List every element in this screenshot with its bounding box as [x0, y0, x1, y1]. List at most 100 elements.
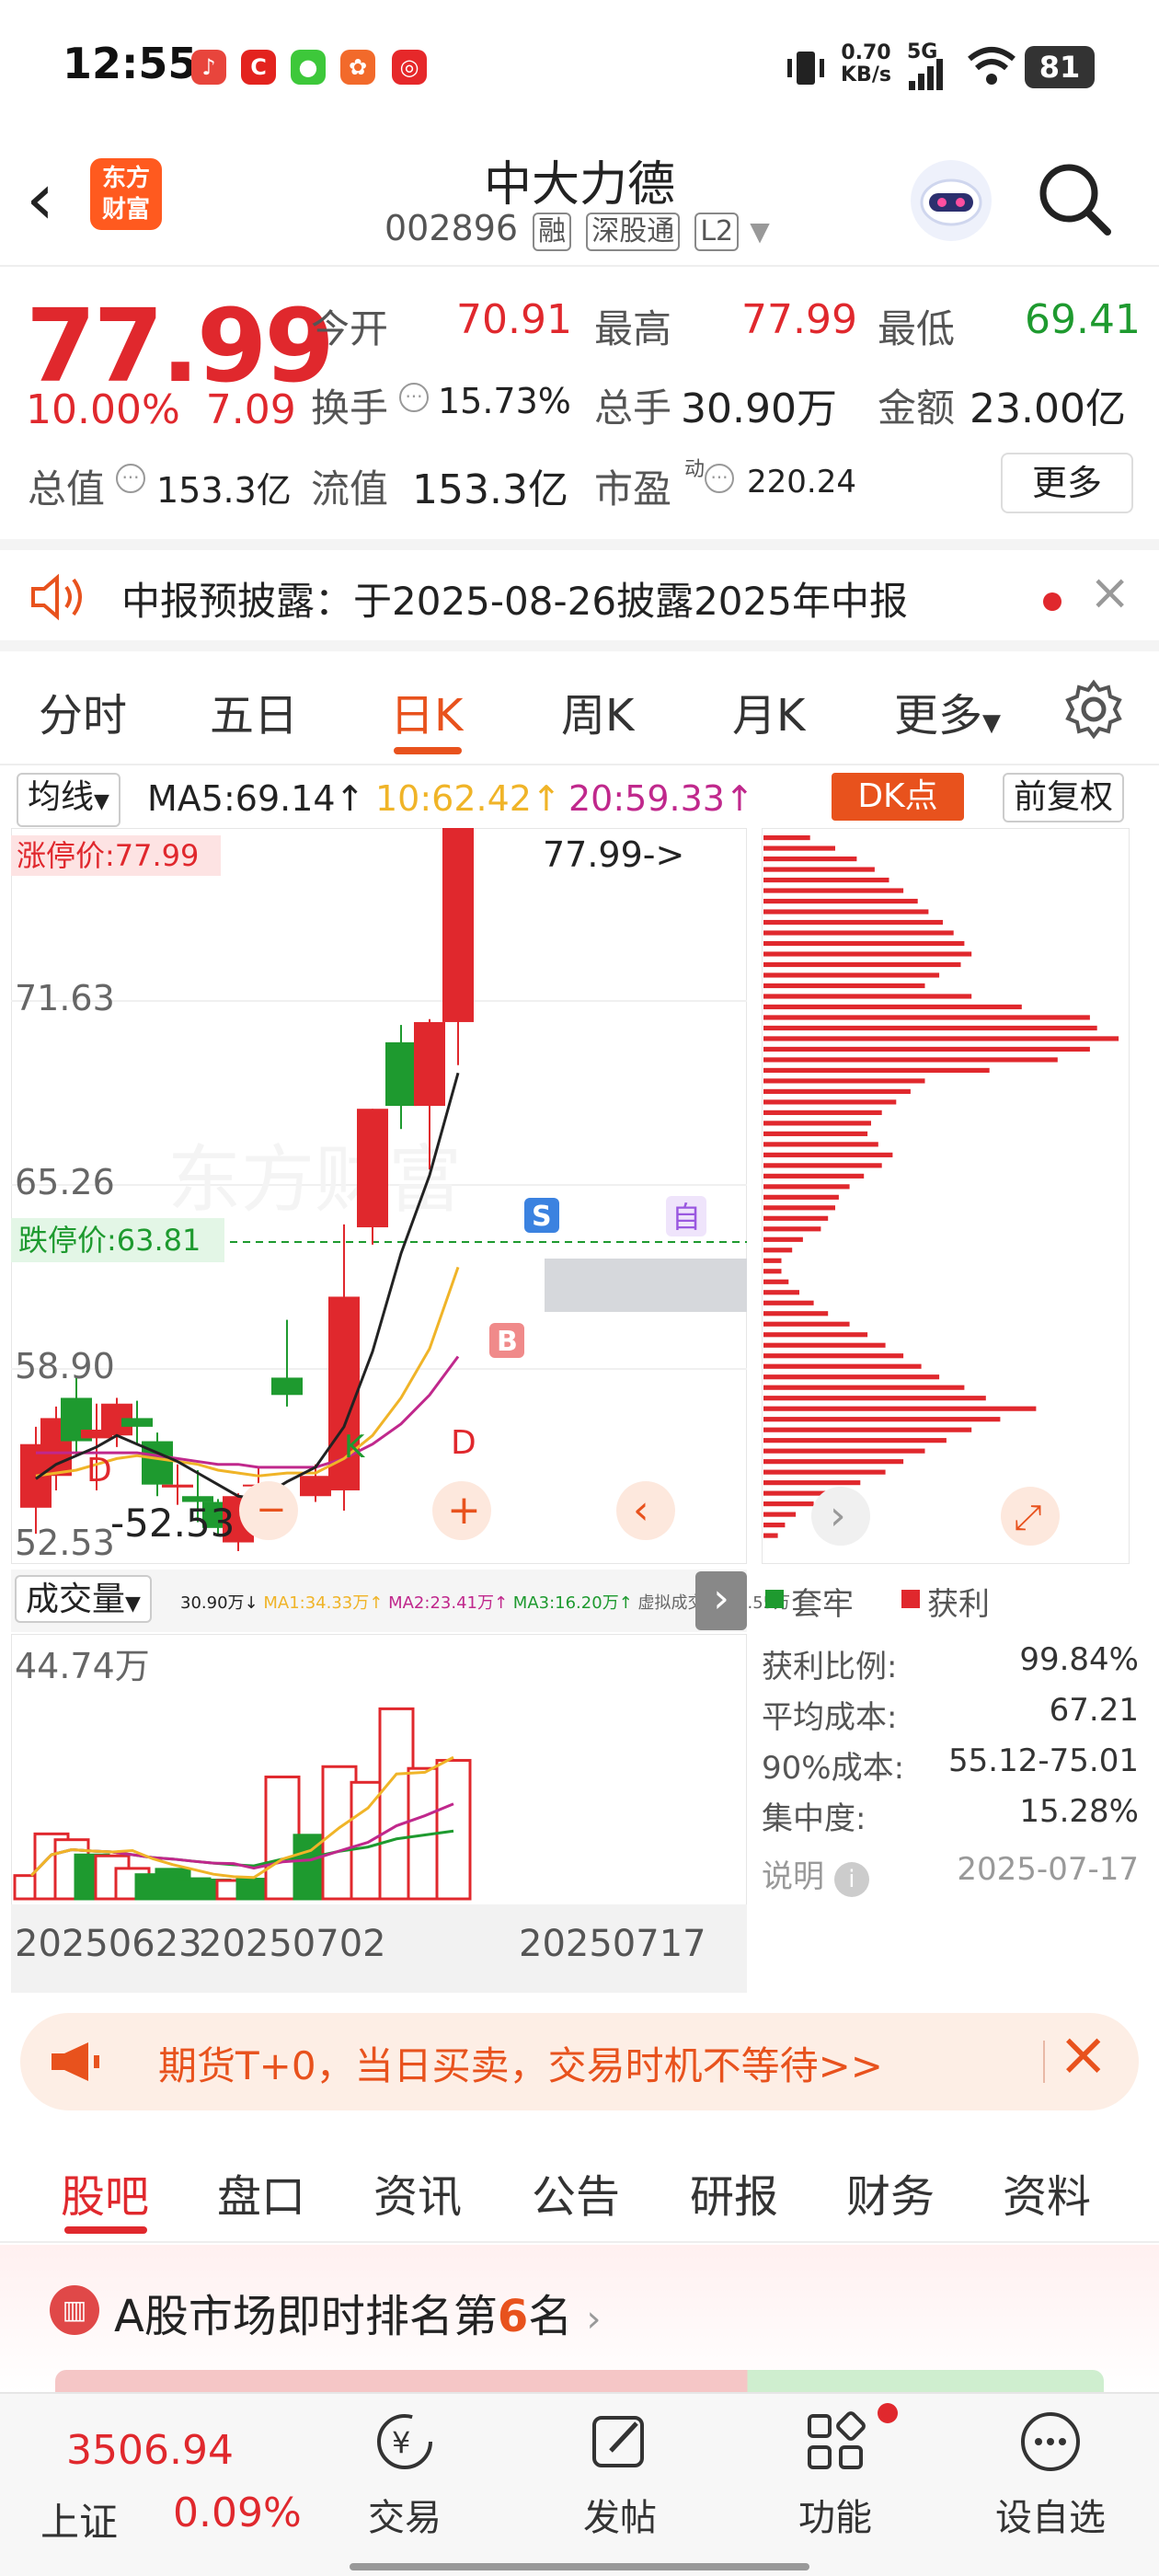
nav-functions[interactable]: 功能: [762, 2403, 909, 2541]
chip-bar: [763, 940, 965, 947]
dk-point-button[interactable]: DK点: [832, 773, 964, 821]
volume-select[interactable]: 成交量▼: [15, 1575, 152, 1623]
tab-intraday[interactable]: 分时: [39, 679, 127, 743]
tab-announcements[interactable]: 公告: [532, 2160, 620, 2225]
ma10-readout: 10:62.42↑: [375, 778, 561, 819]
date-label: 20250717: [519, 1923, 706, 1965]
limit-up-label: 涨停价:77.99: [17, 838, 199, 873]
chip-bar: [763, 972, 940, 978]
nav-trade[interactable]: ¥ 交易: [331, 2407, 478, 2541]
chip-bar: [763, 1438, 947, 1443]
chip-bar: [763, 1385, 965, 1390]
open-label: 今开: [311, 306, 389, 351]
volume-label: 总手: [594, 385, 672, 431]
chip-bar: [763, 919, 943, 926]
expand-panel-button[interactable]: ›: [695, 1571, 747, 1630]
close-icon[interactable]: ×: [1089, 563, 1130, 621]
tab-profile[interactable]: 资料: [1003, 2160, 1091, 2225]
weibo-icon: ◎: [392, 50, 427, 85]
chip-bar: [763, 1417, 1001, 1422]
chip-distribution[interactable]: › ⤢: [761, 827, 1130, 1565]
tab-guba[interactable]: 股吧: [61, 2160, 149, 2225]
home-indicator: [350, 2563, 809, 2570]
content-tabs: 股吧 盘口 资讯 公告 研报 财务 资料: [0, 2127, 1159, 2243]
period-tabs: 分时 五日 日K 周K 月K 更多▼: [0, 655, 1159, 765]
nav-post[interactable]: 发帖: [546, 2407, 694, 2541]
search-icon[interactable]: [1032, 156, 1115, 239]
price-axis-label: 58.90: [15, 1346, 115, 1386]
stock-code-line[interactable]: 002896 融 深股通 L2 ▼: [384, 208, 770, 251]
close-icon[interactable]: ×: [1058, 2018, 1108, 2089]
chip-bar: [763, 1163, 882, 1168]
chip-bar: [763, 835, 810, 841]
active-tab-underline: [64, 2226, 147, 2234]
info-icon: i: [833, 1862, 869, 1897]
xiaohongshu-icon: ✿: [340, 50, 375, 85]
tab-weekly-k[interactable]: 周K: [561, 679, 634, 743]
ma20-readout: 20:59.33↑: [568, 778, 754, 819]
chip-bar: [763, 1501, 814, 1507]
volume-svg: 44.74万 20250623 20250702 20250717: [10, 1633, 748, 1994]
tab-handicap[interactable]: 盘口: [217, 2160, 305, 2225]
stat-note-row[interactable]: 说明 i 2025-07-17: [762, 1851, 1139, 1902]
info-icon[interactable]: ···: [705, 464, 734, 493]
chip-distribution-svg: › ⤢: [761, 827, 1130, 1565]
chip-bar: [763, 1057, 1058, 1063]
chip-bar: [763, 1205, 835, 1211]
vibrate-icon: [787, 52, 824, 85]
banner-text: 期货T+0，当日买卖，交易时机不等待>>: [158, 2043, 883, 2088]
chip-bar: [763, 845, 835, 851]
kline-svg: 东方财富 涨停价:77.99 跌停价:63.81 71.63 65.26 58.…: [10, 817, 748, 1565]
chevron-right-icon: ›: [830, 1492, 846, 1539]
index-value: 3506.94: [66, 2427, 234, 2474]
status-time: 12:55: [63, 39, 198, 88]
tab-five-day[interactable]: 五日: [210, 679, 298, 743]
tab-research[interactable]: 研报: [690, 2160, 778, 2225]
gear-icon[interactable]: [1061, 677, 1126, 742]
tab-finance[interactable]: 财务: [846, 2160, 935, 2225]
turnover-label: 换手: [311, 385, 389, 431]
tab-monthly-k[interactable]: 月K: [732, 679, 805, 743]
robot-avatar-icon[interactable]: [905, 155, 997, 247]
vol-legend-current: 30.90万↓: [180, 1593, 258, 1613]
speaker-icon: [31, 573, 82, 621]
rank-bar: [55, 2370, 1104, 2392]
tab-daily-k[interactable]: 日K: [390, 679, 463, 743]
status-bar: 12:55 ♪ C ● ✿ ◎ 0.70 KB/s 5G 81: [0, 0, 1159, 138]
amount-value: 23.00亿: [970, 385, 1126, 432]
chip-bar: [763, 877, 889, 883]
expand-icon: ⤢: [1014, 1497, 1041, 1537]
stat-row: 90%成本: 55.12-75.01: [762, 1742, 1139, 1787]
notice-bar[interactable]: 中报预披露：于2025-08-26披露2025年中报 ×: [0, 539, 1159, 651]
active-tab-underline: [394, 747, 462, 754]
chip-bar: [763, 1110, 882, 1115]
market-rank[interactable]: ▥ A股市场即时排名第6名 ›: [0, 2245, 1159, 2392]
plus-icon: +: [447, 1487, 481, 1534]
open-value: 70.91: [456, 296, 572, 343]
info-icon[interactable]: ···: [116, 464, 145, 493]
nav-watchlist[interactable]: 设自选: [977, 2407, 1124, 2541]
price-axis-label: 71.63: [15, 978, 115, 1018]
chip-bar: [763, 1353, 904, 1359]
chip-bar: [763, 1121, 871, 1126]
chevron-left-icon: ‹: [633, 1487, 649, 1534]
info-icon[interactable]: ···: [399, 383, 429, 412]
kline-chart[interactable]: 东方财富 涨停价:77.99 跌停价:63.81 71.63 65.26 58.…: [10, 817, 748, 1565]
edit-icon: [592, 2416, 644, 2467]
futures-banner[interactable]: 期货T+0，当日买卖，交易时机不等待>> ×: [20, 2013, 1139, 2110]
tab-more[interactable]: 更多▼: [894, 679, 1001, 743]
chip-bar: [763, 930, 954, 936]
chip-bar: [763, 1078, 925, 1084]
more-button[interactable]: 更多: [1001, 453, 1133, 513]
chip-bar: [763, 961, 961, 968]
legend-profit: 获利: [927, 1586, 990, 1623]
ma-select[interactable]: 均线▼: [17, 773, 120, 827]
chip-bar: [763, 1469, 886, 1475]
grid-icon: [808, 2411, 866, 2469]
adjust-select[interactable]: 前复权: [1003, 773, 1125, 822]
chip-bar: [763, 1015, 1090, 1020]
chip-stats: 套牢 获利 获利比例: 99.84% 平均成本: 67.21 90%成本: 55.12…: [762, 1570, 1139, 2002]
self-marker: 自: [671, 1200, 701, 1235]
volume-chart[interactable]: 44.74万 20250623 20250702 20250717: [10, 1633, 748, 1994]
tab-news[interactable]: 资讯: [373, 2160, 462, 2225]
